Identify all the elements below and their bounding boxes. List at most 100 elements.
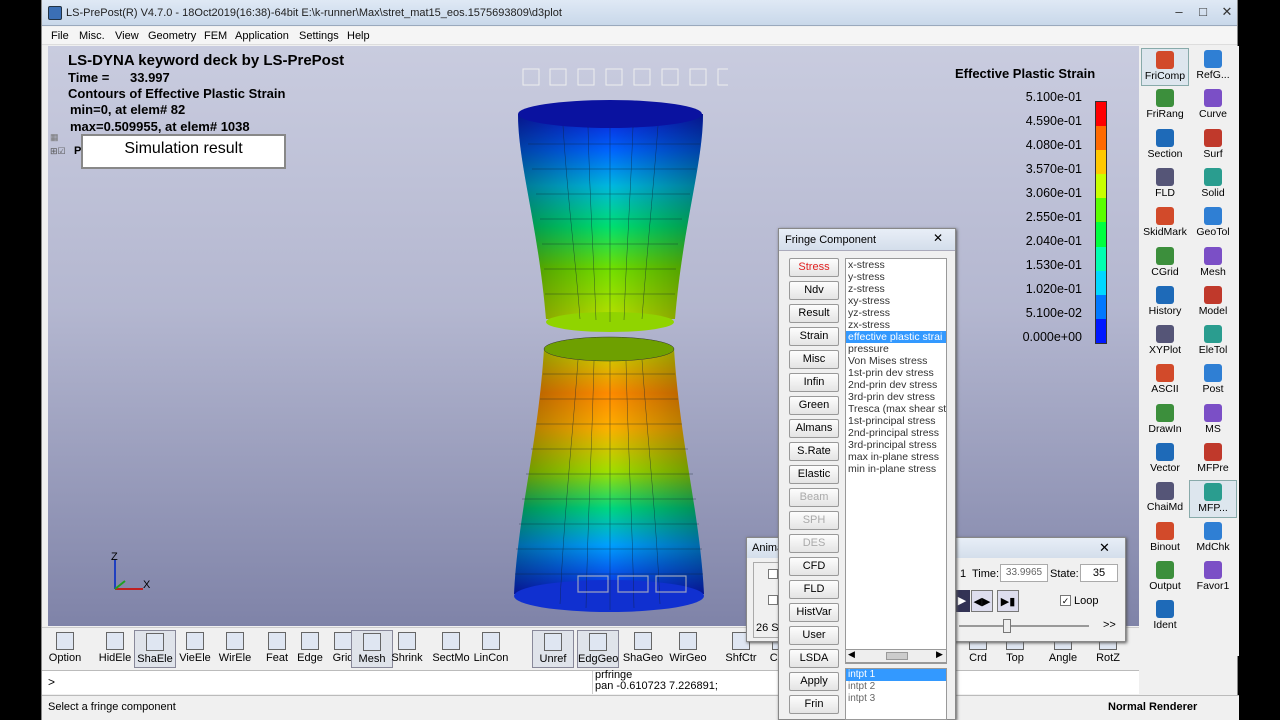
tool-mfpre[interactable]: MFPre <box>1189 441 1237 479</box>
toolbar-lincon-button[interactable]: LinCon <box>470 630 512 668</box>
fringe-apply-button[interactable]: Apply <box>789 672 839 691</box>
fringe-cfd-button[interactable]: CFD <box>789 557 839 576</box>
toolbar-shrink-button[interactable]: Shrink <box>386 630 428 668</box>
fringe-srate-button[interactable]: S.Rate <box>789 442 839 461</box>
fringe-list-item[interactable]: 1st-prin dev stress <box>846 367 946 379</box>
integration-point-list[interactable]: intpt 1 intpt 2 intpt 3 <box>845 668 947 720</box>
tree-checkbox[interactable]: ⊞☑ <box>50 146 66 157</box>
fringe-list-item[interactable]: min in-plane stress <box>846 463 946 475</box>
tool-binout[interactable]: Binout <box>1141 520 1189 558</box>
fringe-beam-button[interactable]: Beam <box>789 488 839 507</box>
tool-ident[interactable]: Ident <box>1141 598 1189 636</box>
menu-application[interactable]: Application <box>235 30 289 42</box>
fringe-list-item[interactable]: max in-plane stress <box>846 451 946 463</box>
fringe-list-item[interactable]: 3rd-principal stress <box>846 439 946 451</box>
tool-xyplot[interactable]: XYPlot <box>1141 323 1189 361</box>
anim-checkbox[interactable] <box>768 595 778 605</box>
toolbar-shaele-button[interactable]: ShaEle <box>134 630 176 668</box>
scroll-right-icon[interactable]: ▶ <box>936 649 943 660</box>
fringe-list-item[interactable]: xy-stress <box>846 295 946 307</box>
fringe-list-item[interactable]: z-stress <box>846 283 946 295</box>
specimen-model[interactable] <box>468 64 728 624</box>
intpt-item[interactable]: intpt 3 <box>846 693 946 705</box>
fringe-infin-button[interactable]: Infin <box>789 373 839 392</box>
tool-skidmark[interactable]: SkidMark <box>1141 205 1189 243</box>
fringe-almans-button[interactable]: Almans <box>789 419 839 438</box>
tool-chaimd[interactable]: ChaiMd <box>1141 480 1189 518</box>
fringe-green-button[interactable]: Green <box>789 396 839 415</box>
fringe-list-item[interactable]: 1st-principal stress <box>846 415 946 427</box>
fringe-list-item[interactable]: x-stress <box>846 259 946 271</box>
fringe-close-icon[interactable]: ✕ <box>925 231 951 247</box>
fringe-list-item[interactable]: 2nd-principal stress <box>846 427 946 439</box>
fringe-lsda-button[interactable]: LSDA <box>789 649 839 668</box>
menu-file[interactable]: File <box>51 30 69 42</box>
fringe-list-item[interactable]: Von Mises stress <box>846 355 946 367</box>
toolbar-wirele-button[interactable]: WirEle <box>214 630 256 668</box>
tool-model[interactable]: Model <box>1189 284 1237 322</box>
tool-solid[interactable]: Solid <box>1189 166 1237 204</box>
anim-state-field[interactable]: 35 <box>1080 564 1118 582</box>
tool-ascii[interactable]: ASCII <box>1141 362 1189 400</box>
tool-frirang[interactable]: FriRang <box>1141 87 1189 125</box>
fringe-list-item[interactable]: Tresca (max shear st <box>846 403 946 415</box>
fringe-sph-button[interactable]: SPH <box>789 511 839 530</box>
tree-expander-icon[interactable]: ▦ <box>50 132 59 143</box>
tool-ms[interactable]: MS <box>1189 402 1237 440</box>
speed-slider-handle[interactable] <box>1003 619 1011 633</box>
menu-geometry[interactable]: Geometry <box>148 30 196 42</box>
intpt-item[interactable]: intpt 2 <box>846 681 946 693</box>
tool-fricomp[interactable]: FriComp <box>1141 48 1189 86</box>
fringe-frin-button[interactable]: Frin <box>789 695 839 714</box>
fringe-elastic-button[interactable]: Elastic <box>789 465 839 484</box>
toolbar-vieele-button[interactable]: VieEle <box>174 630 216 668</box>
toolbar-hidele-button[interactable]: HidEle <box>94 630 136 668</box>
toolbar-wirgeo-button[interactable]: WirGeo <box>667 630 709 668</box>
anim-time-field[interactable]: 33.9965 <box>1000 564 1048 582</box>
tool-favor1[interactable]: Favor1 <box>1189 559 1237 597</box>
fringe-list-item[interactable]: y-stress <box>846 271 946 283</box>
tool-mdchk[interactable]: MdChk <box>1189 520 1237 558</box>
loop-checkbox[interactable]: ✓ <box>1060 595 1071 606</box>
tool-post[interactable]: Post <box>1189 362 1237 400</box>
maximize-button[interactable]: □ <box>1192 3 1214 21</box>
scroll-left-icon[interactable]: ◀ <box>848 649 855 660</box>
fringe-component-list[interactable]: x-stress y-stress z-stress xy-stress yz-stre… <box>845 258 947 664</box>
step-icon[interactable]: ◀▶ <box>971 590 993 612</box>
menu-settings[interactable]: Settings <box>299 30 339 42</box>
toolbar-option-button[interactable]: Option <box>46 630 84 668</box>
fringe-list-item[interactable]: pressure <box>846 343 946 355</box>
speed-slider-track[interactable] <box>959 625 1089 627</box>
play-icon[interactable]: ▶ <box>954 590 970 612</box>
tool-curve[interactable]: Curve <box>1189 87 1237 125</box>
scroll-thumb[interactable] <box>886 652 908 660</box>
anim-close-icon[interactable]: ✕ <box>1099 540 1110 556</box>
tool-mfp[interactable]: MFP... <box>1189 480 1237 519</box>
tool-eletol[interactable]: EleTol <box>1189 323 1237 361</box>
list-scrollbar[interactable]: ◀ ▶ <box>845 649 947 663</box>
fringe-histvar-button[interactable]: HistVar <box>789 603 839 622</box>
tool-fld[interactable]: FLD <box>1141 166 1189 204</box>
toolbar-shageo-button[interactable]: ShaGeo <box>622 630 664 668</box>
tool-geotol[interactable]: GeoTol <box>1189 205 1237 243</box>
fringe-misc-button[interactable]: Misc <box>789 350 839 369</box>
anim-checkbox[interactable] <box>768 569 778 579</box>
fringe-list-item[interactable]: 2nd-prin dev stress <box>846 379 946 391</box>
tool-cgrid[interactable]: CGrid <box>1141 245 1189 283</box>
fringe-ndv-button[interactable]: Ndv <box>789 281 839 300</box>
fringe-list-item[interactable]: effective plastic strai <box>846 331 946 343</box>
fringe-result-button[interactable]: Result <box>789 304 839 323</box>
toolbar-edggeo-button[interactable]: EdgGeo <box>577 630 619 668</box>
menu-help[interactable]: Help <box>347 30 370 42</box>
tool-mesh[interactable]: Mesh <box>1189 245 1237 283</box>
minimize-button[interactable]: – <box>1168 3 1190 21</box>
last-frame-icon[interactable]: ▶▮ <box>997 590 1019 612</box>
tool-surf[interactable]: Surf <box>1189 127 1237 165</box>
tool-vector[interactable]: Vector <box>1141 441 1189 479</box>
tool-history[interactable]: History <box>1141 284 1189 322</box>
fringe-strain-button[interactable]: Strain <box>789 327 839 346</box>
intpt-item[interactable]: intpt 1 <box>846 669 946 681</box>
fringe-des-button[interactable]: DES <box>789 534 839 553</box>
command-prompt[interactable]: > <box>48 675 55 689</box>
close-button[interactable]: ✕ <box>1216 3 1238 21</box>
